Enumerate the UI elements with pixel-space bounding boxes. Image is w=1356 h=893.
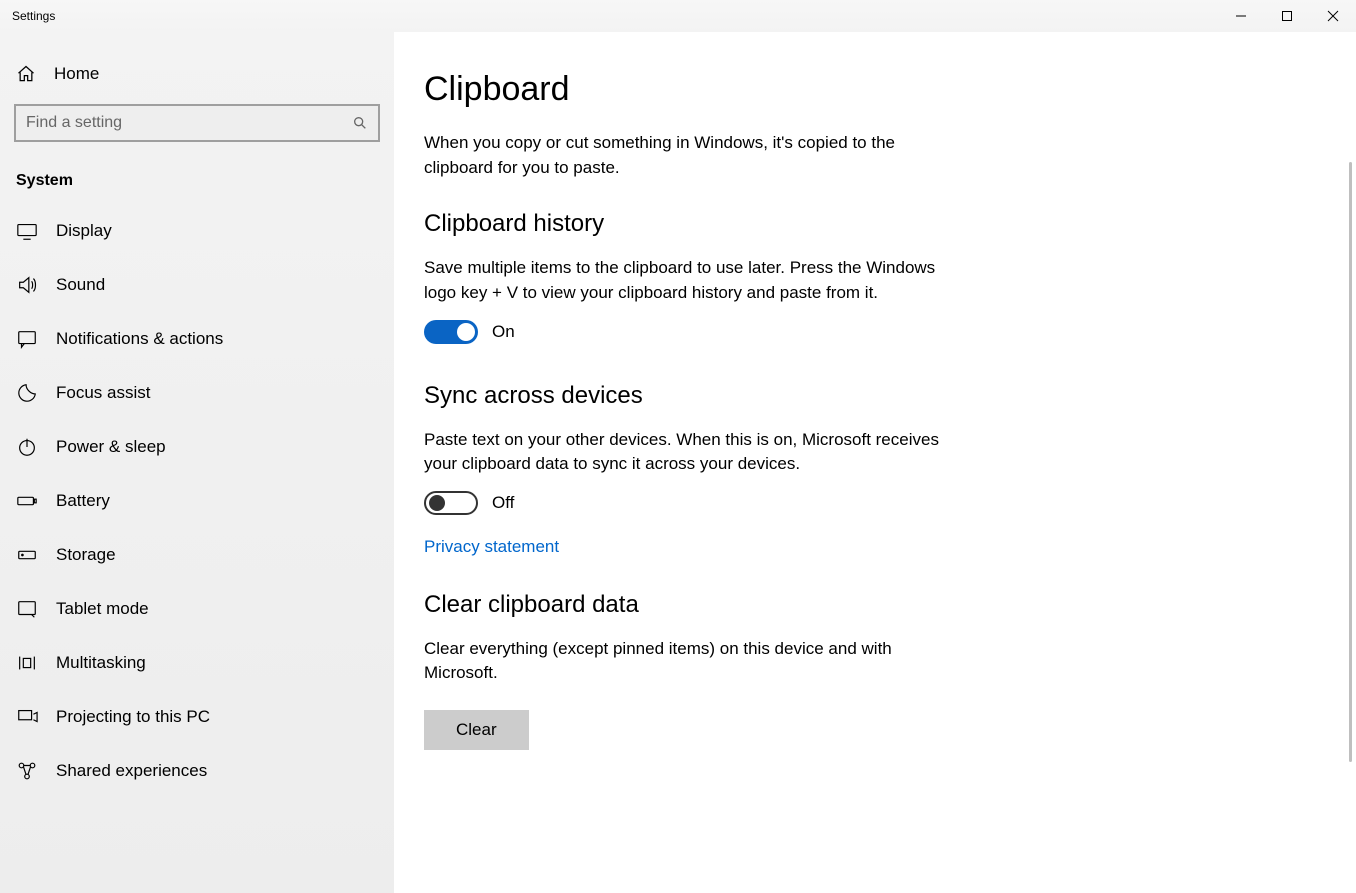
sidebar-item-label: Display	[56, 221, 112, 241]
sidebar-item-sound[interactable]: Sound	[0, 258, 394, 312]
maximize-button[interactable]	[1264, 0, 1310, 32]
sidebar-item-label: Notifications & actions	[56, 329, 223, 349]
sidebar-item-notifications[interactable]: Notifications & actions	[0, 312, 394, 366]
projecting-icon	[16, 706, 38, 728]
sidebar-item-display[interactable]: Display	[0, 204, 394, 258]
search-box[interactable]	[14, 104, 380, 142]
sidebar-item-label: Shared experiences	[56, 761, 207, 781]
close-button[interactable]	[1310, 0, 1356, 32]
storage-icon	[16, 544, 38, 566]
search-icon	[352, 115, 368, 131]
sidebar-item-label: Storage	[56, 545, 116, 565]
home-label: Home	[54, 64, 99, 84]
sync-section-desc: Paste text on your other devices. When t…	[424, 428, 964, 477]
content-area: Clipboard When you copy or cut something…	[394, 32, 1356, 893]
sidebar: Home System Display	[0, 32, 394, 893]
power-icon	[16, 436, 38, 458]
privacy-statement-link[interactable]: Privacy statement	[424, 537, 559, 557]
sidebar-item-battery[interactable]: Battery	[0, 474, 394, 528]
battery-icon	[16, 490, 38, 512]
sidebar-item-label: Tablet mode	[56, 599, 149, 619]
display-icon	[16, 220, 38, 242]
sidebar-item-label: Projecting to this PC	[56, 707, 210, 727]
multitasking-icon	[16, 652, 38, 674]
page-title: Clipboard	[424, 70, 1356, 109]
page-intro: When you copy or cut something in Window…	[424, 131, 964, 180]
sidebar-item-label: Battery	[56, 491, 110, 511]
sync-toggle[interactable]	[424, 491, 478, 515]
history-section-title: Clipboard history	[424, 210, 1356, 238]
focus-assist-icon	[16, 382, 38, 404]
sidebar-item-label: Sound	[56, 275, 105, 295]
sync-section-title: Sync across devices	[424, 382, 1356, 410]
sidebar-item-multitasking[interactable]: Multitasking	[0, 636, 394, 690]
titlebar: Settings	[0, 0, 1356, 32]
sidebar-item-shared-experiences[interactable]: Shared experiences	[0, 744, 394, 798]
history-toggle[interactable]	[424, 320, 478, 344]
minimize-button[interactable]	[1218, 0, 1264, 32]
sidebar-item-label: Multitasking	[56, 653, 146, 673]
sidebar-category-label: System	[0, 154, 394, 204]
home-icon	[16, 64, 36, 84]
sidebar-item-label: Power & sleep	[56, 437, 166, 457]
sync-toggle-label: Off	[492, 493, 514, 513]
sidebar-item-storage[interactable]: Storage	[0, 528, 394, 582]
sidebar-item-power-sleep[interactable]: Power & sleep	[0, 420, 394, 474]
window-title: Settings	[0, 9, 55, 23]
clear-section-title: Clear clipboard data	[424, 591, 1356, 619]
search-input[interactable]	[26, 114, 344, 132]
window-controls	[1218, 0, 1356, 32]
sidebar-item-projecting[interactable]: Projecting to this PC	[0, 690, 394, 744]
sidebar-item-label: Focus assist	[56, 383, 150, 403]
shared-experiences-icon	[16, 760, 38, 782]
home-nav[interactable]: Home	[0, 52, 394, 96]
sidebar-item-tablet-mode[interactable]: Tablet mode	[0, 582, 394, 636]
clear-button[interactable]: Clear	[424, 710, 529, 750]
sound-icon	[16, 274, 38, 296]
notifications-icon	[16, 328, 38, 350]
scrollbar[interactable]	[1349, 162, 1352, 762]
sidebar-nav-list: Display Sound Notifications & actions Fo…	[0, 204, 394, 798]
history-toggle-label: On	[492, 322, 515, 342]
history-section-desc: Save multiple items to the clipboard to …	[424, 256, 964, 305]
tablet-mode-icon	[16, 598, 38, 620]
clear-section-desc: Clear everything (except pinned items) o…	[424, 637, 964, 686]
sidebar-item-focus-assist[interactable]: Focus assist	[0, 366, 394, 420]
